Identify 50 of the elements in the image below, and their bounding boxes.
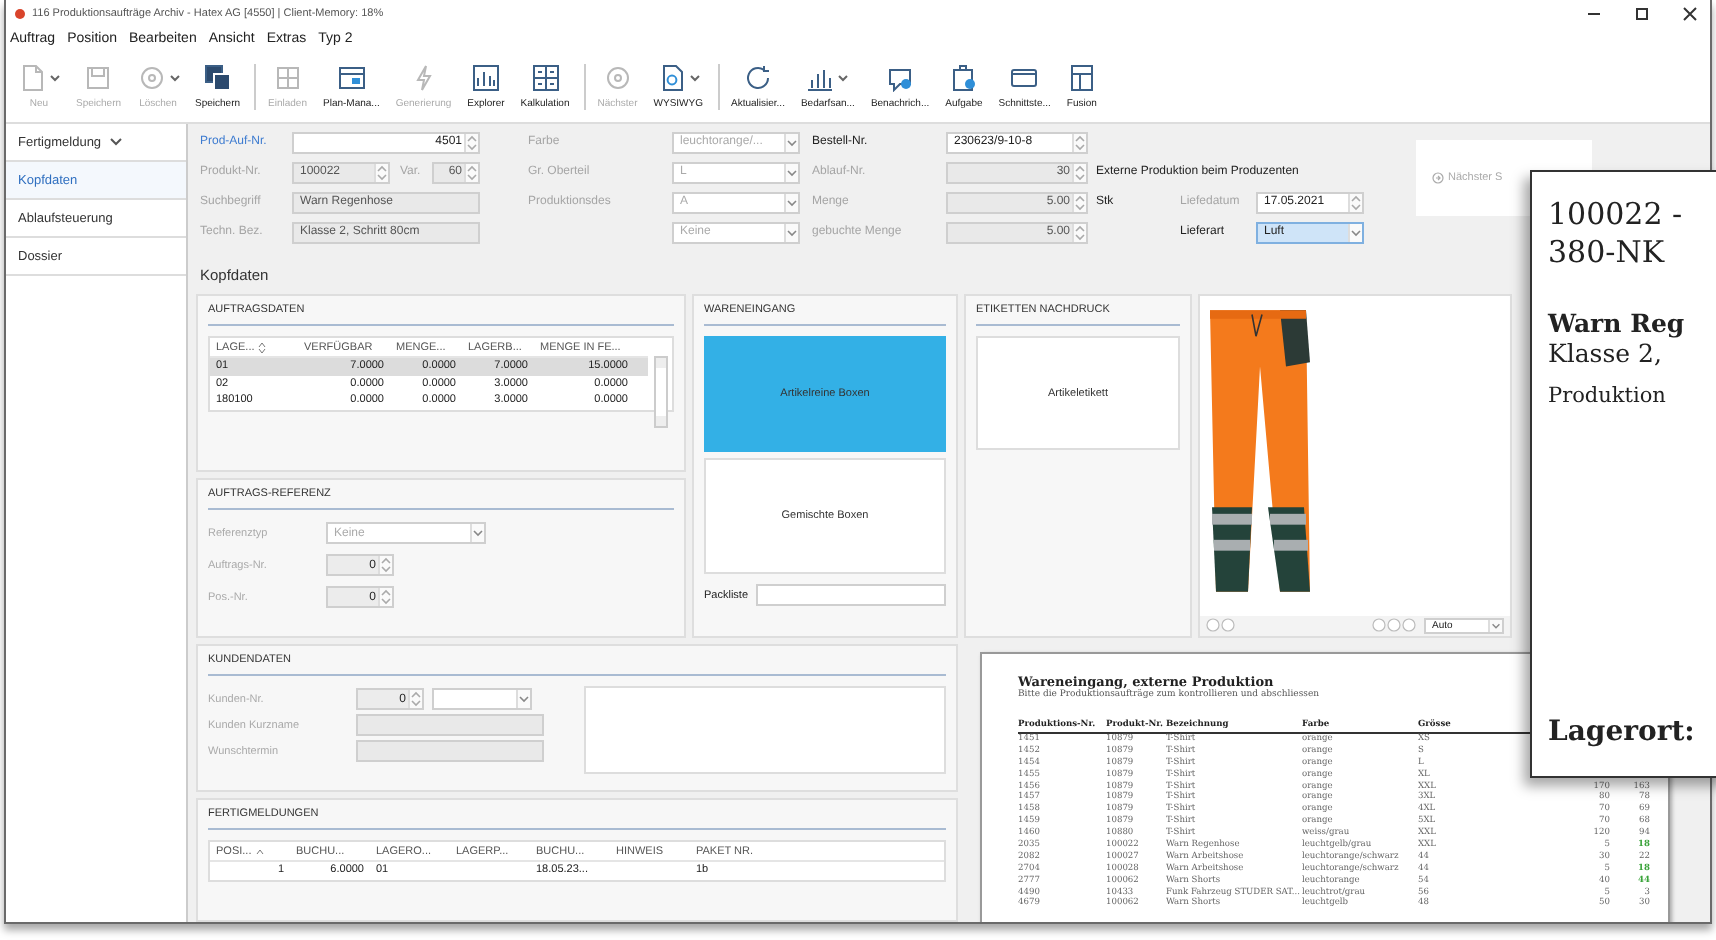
caret-icon[interactable] [1488, 619, 1502, 631]
calculator-icon [531, 63, 560, 91]
input-field[interactable] [756, 584, 946, 606]
zoom-button[interactable] [1372, 618, 1416, 632]
label-text: Klasse 2, [1548, 338, 1662, 368]
label-text: Lagerort: [1548, 716, 1695, 748]
circle-icon [137, 63, 166, 91]
window-icon [337, 63, 366, 91]
maximize-icon[interactable] [1634, 5, 1650, 21]
search-icon [657, 63, 686, 91]
app-icon [14, 7, 26, 19]
input-field[interactable] [356, 740, 544, 762]
spinner-icon[interactable] [1072, 223, 1086, 241]
chart-icon [471, 63, 500, 91]
spinner-icon[interactable] [378, 556, 392, 574]
table-icon [1067, 63, 1096, 91]
label-text: Warn Reg [1548, 308, 1685, 338]
save-all-icon [203, 63, 232, 91]
arrow-icon [1432, 172, 1444, 184]
spinner-icon[interactable] [464, 163, 478, 181]
spinner-icon[interactable] [1072, 193, 1086, 211]
caret-icon [169, 73, 180, 81]
label-text: 380-NK [1548, 234, 1665, 272]
caret-icon [689, 73, 700, 81]
card-icon [1010, 63, 1039, 91]
bubble-icon [886, 63, 915, 91]
spinner-icon[interactable] [378, 588, 392, 606]
input-field[interactable] [356, 714, 544, 736]
spinner-icon[interactable] [374, 163, 388, 181]
caret-icon [838, 73, 849, 81]
grid-icon [273, 63, 302, 91]
caret-icon [109, 138, 122, 146]
spinner-icon[interactable] [1072, 163, 1086, 181]
circle-icon [603, 63, 632, 91]
dropdown-field[interactable] [432, 688, 532, 710]
label-text: Produktion [1548, 384, 1666, 408]
caret-icon [50, 73, 60, 81]
spinner-icon[interactable] [464, 133, 478, 151]
save-icon [84, 63, 113, 91]
spinner-icon[interactable] [408, 690, 422, 708]
label-text: 100022 - [1548, 196, 1683, 234]
refresh-icon [743, 63, 772, 91]
nav-button[interactable] [1206, 618, 1236, 632]
scrollbar[interactable] [654, 356, 668, 428]
text-area[interactable] [584, 686, 946, 774]
spinner-icon[interactable] [1348, 193, 1362, 211]
clipboard-icon [949, 63, 978, 91]
close-icon[interactable] [1682, 5, 1698, 21]
spinner-icon[interactable] [1072, 133, 1086, 151]
document-icon [18, 63, 46, 91]
